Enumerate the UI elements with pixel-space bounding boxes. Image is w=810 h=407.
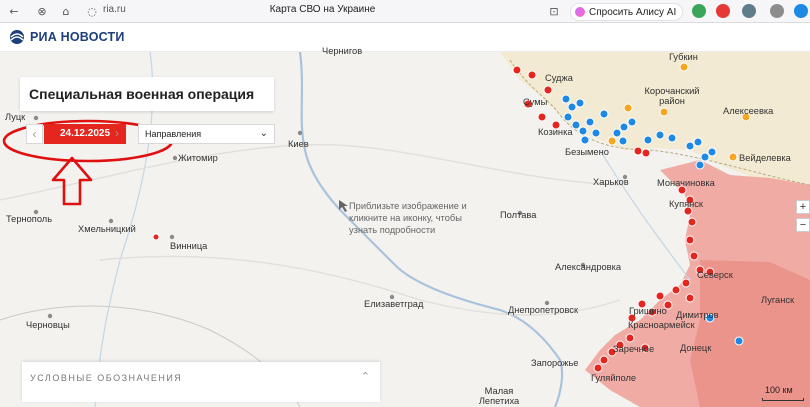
city-label-zaporozhie: Запорожье (531, 358, 579, 368)
bookmark-icon[interactable]: ⊡ (546, 3, 562, 19)
city-label-kharkov: Харьков (593, 177, 629, 187)
city-label-dnepropetrovsk: Днепропетровск (508, 305, 579, 315)
site-header: РИА НОВОСТИ (0, 23, 810, 52)
city-label-krasnoarmeysk: Красноармейск (628, 320, 695, 330)
city-label-kozinka: Козинка (538, 127, 573, 137)
city-label-kiev: Киев (288, 139, 309, 149)
city-label-gulyaipole: Гуляйполе (591, 373, 637, 383)
city-label-zarechnoe: Заречное (613, 344, 655, 354)
map-legend-toggle[interactable]: УСЛОВНЫЕ ОБОЗНАЧЕНИЯ ⌃ (22, 362, 380, 402)
zoom-out-button[interactable]: − (796, 218, 810, 232)
city-label-chernovtsy: Черновцы (26, 320, 70, 330)
city-label-vinnitsa: Винница (170, 241, 208, 251)
date-navigation: ‹ 24.12.2025 › Направления ⌄ (22, 124, 276, 144)
city-label-elizavetgrad: Елизаветград (364, 299, 424, 309)
logo-text: РИА НОВОСТИ (30, 30, 125, 44)
city-label-chernigov: Чернигов (322, 46, 363, 56)
city-label-dimitrov: Димитров (676, 310, 719, 320)
operation-title-card: Специальная военная операция (20, 77, 274, 111)
alice-icon (575, 7, 585, 17)
city-label-gubkin: Губкин (669, 52, 698, 62)
zoom-in-button[interactable]: + (796, 200, 810, 214)
ask-alice-label: Спросить Алису AI (589, 6, 677, 18)
city-label-monachinovka: Моначиновка (657, 178, 715, 188)
city-label-donetsk: Донецк (680, 343, 712, 353)
city-label-aleksandrovka: Александровка (555, 262, 622, 272)
city-label-veydelevka: Вейделевка (739, 153, 791, 163)
city-label-bezymenno: Безымено (565, 147, 609, 157)
prev-date-button[interactable]: ‹ (26, 124, 43, 144)
scale-bar (762, 398, 804, 401)
ria-logo-icon (10, 30, 24, 44)
extension-icon-4[interactable] (770, 4, 784, 18)
city-label-sumy: Сумы (523, 97, 548, 107)
ask-alice-button[interactable]: Спросить Алису AI (570, 3, 684, 21)
city-label-zhitomir: Житомир (178, 153, 218, 163)
city-label-poltava: Полтава (500, 210, 537, 220)
browser-toolbar: ← ⊗ ⌂ ◌ ria.ru Карта СВО на Украине ⊡ Сп… (0, 0, 810, 23)
city-label-korochansky: Корочанский район (644, 86, 700, 106)
legend-label: УСЛОВНЫЕ ОБОЗНАЧЕНИЯ (30, 373, 183, 383)
extension-icon-5[interactable] (794, 4, 808, 18)
city-label-malaya-lepetikha: Малая Лепетиха (478, 386, 520, 406)
city-label-khmelnitsky: Хмельницкий (78, 224, 136, 234)
map-hint-text: Приблизьте изображение и кликните на ико… (349, 201, 467, 235)
next-date-button[interactable]: › (110, 124, 124, 144)
extension-icon-2[interactable] (716, 4, 730, 18)
chevron-up-icon: ⌃ (360, 371, 370, 383)
city-label-ternopol: Тернополь (6, 214, 53, 224)
city-label-lugansk: Луганск (761, 295, 795, 305)
city-label-lutsk: Луцк (5, 112, 26, 122)
chevron-down-icon: ⌄ (259, 128, 268, 139)
ria-logo[interactable]: РИА НОВОСТИ (8, 29, 125, 45)
city-label-grishino: Гришино (629, 306, 667, 316)
extension-icon-1[interactable] (692, 4, 706, 18)
direction-select-label: Направления (145, 129, 202, 139)
city-label-alekseevka: Алексеевка (723, 106, 774, 116)
city-label-sudzha: Суджа (545, 73, 573, 83)
city-label-seversk: Северск (697, 270, 733, 280)
page-title: Специальная военная операция (29, 86, 255, 102)
scale-label: 100 км (765, 385, 793, 395)
direction-select[interactable]: Направления ⌄ (138, 124, 275, 144)
city-label-kupyansk: Купянск (669, 199, 703, 209)
extension-icon-3[interactable] (742, 4, 756, 18)
